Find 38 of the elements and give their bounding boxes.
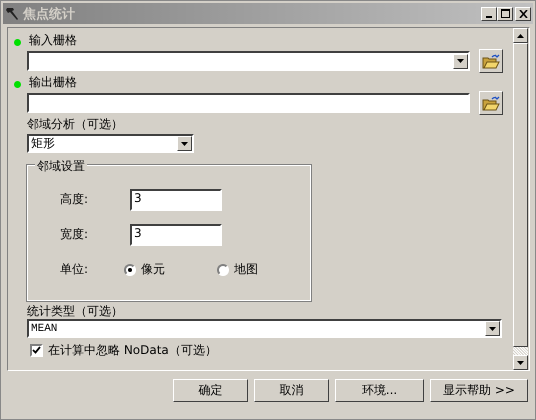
ignore-nodata-checkbox[interactable]: 在计算中忽略 NoData（可选） — [30, 342, 513, 358]
caret-icon — [457, 59, 464, 63]
output-raster-field[interactable] — [27, 93, 470, 113]
check-icon — [32, 346, 41, 354]
group-title: 邻域设置 — [35, 158, 87, 175]
scroll-down-icon — [517, 360, 524, 364]
folder-icon[interactable] — [479, 91, 503, 115]
dialog-button[interactable]: 环境... — [335, 379, 424, 402]
field-label: 统计类型（可选） — [27, 302, 123, 320]
caret-icon — [489, 326, 496, 330]
dialog-button[interactable]: 取消 — [254, 379, 329, 402]
folder-icon[interactable] — [479, 49, 503, 73]
field-label: 高度: — [59, 191, 90, 208]
field-label: 宽度: — [59, 226, 90, 243]
scroll-up-icon — [517, 34, 524, 38]
minimize-icon — [486, 16, 492, 18]
dialog-button[interactable]: 显示帮助 >> — [430, 379, 528, 402]
field-label: 输入栅格 — [29, 32, 77, 48]
maximize-button[interactable] — [497, 6, 513, 20]
hammer-icon — [5, 6, 19, 20]
minimize-button[interactable] — [481, 6, 497, 20]
input-raster-combo[interactable] — [27, 51, 470, 71]
window-title: 焦点统计 — [23, 6, 76, 22]
maximize-icon — [500, 9, 510, 18]
width-field[interactable]: 3 — [130, 224, 222, 246]
dialog-button[interactable]: 确定 — [173, 379, 248, 402]
field-label: 输出栅格 — [29, 74, 77, 90]
radio-option[interactable]: 像元 — [124, 261, 217, 278]
close-icon — [518, 10, 528, 18]
height-field[interactable]: 3 — [130, 188, 222, 210]
scroll-track[interactable] — [513, 347, 528, 355]
close-button[interactable] — [515, 6, 531, 20]
field-label: 单位: — [59, 261, 90, 278]
radio-option[interactable]: 地图 — [217, 261, 310, 278]
neighborhood-dropdown[interactable]: 矩形 — [27, 134, 194, 153]
field-label: 邻域分析（可选） — [27, 116, 123, 132]
statistics-type-dropdown[interactable]: MEAN — [27, 319, 502, 338]
caret-icon — [181, 142, 188, 146]
